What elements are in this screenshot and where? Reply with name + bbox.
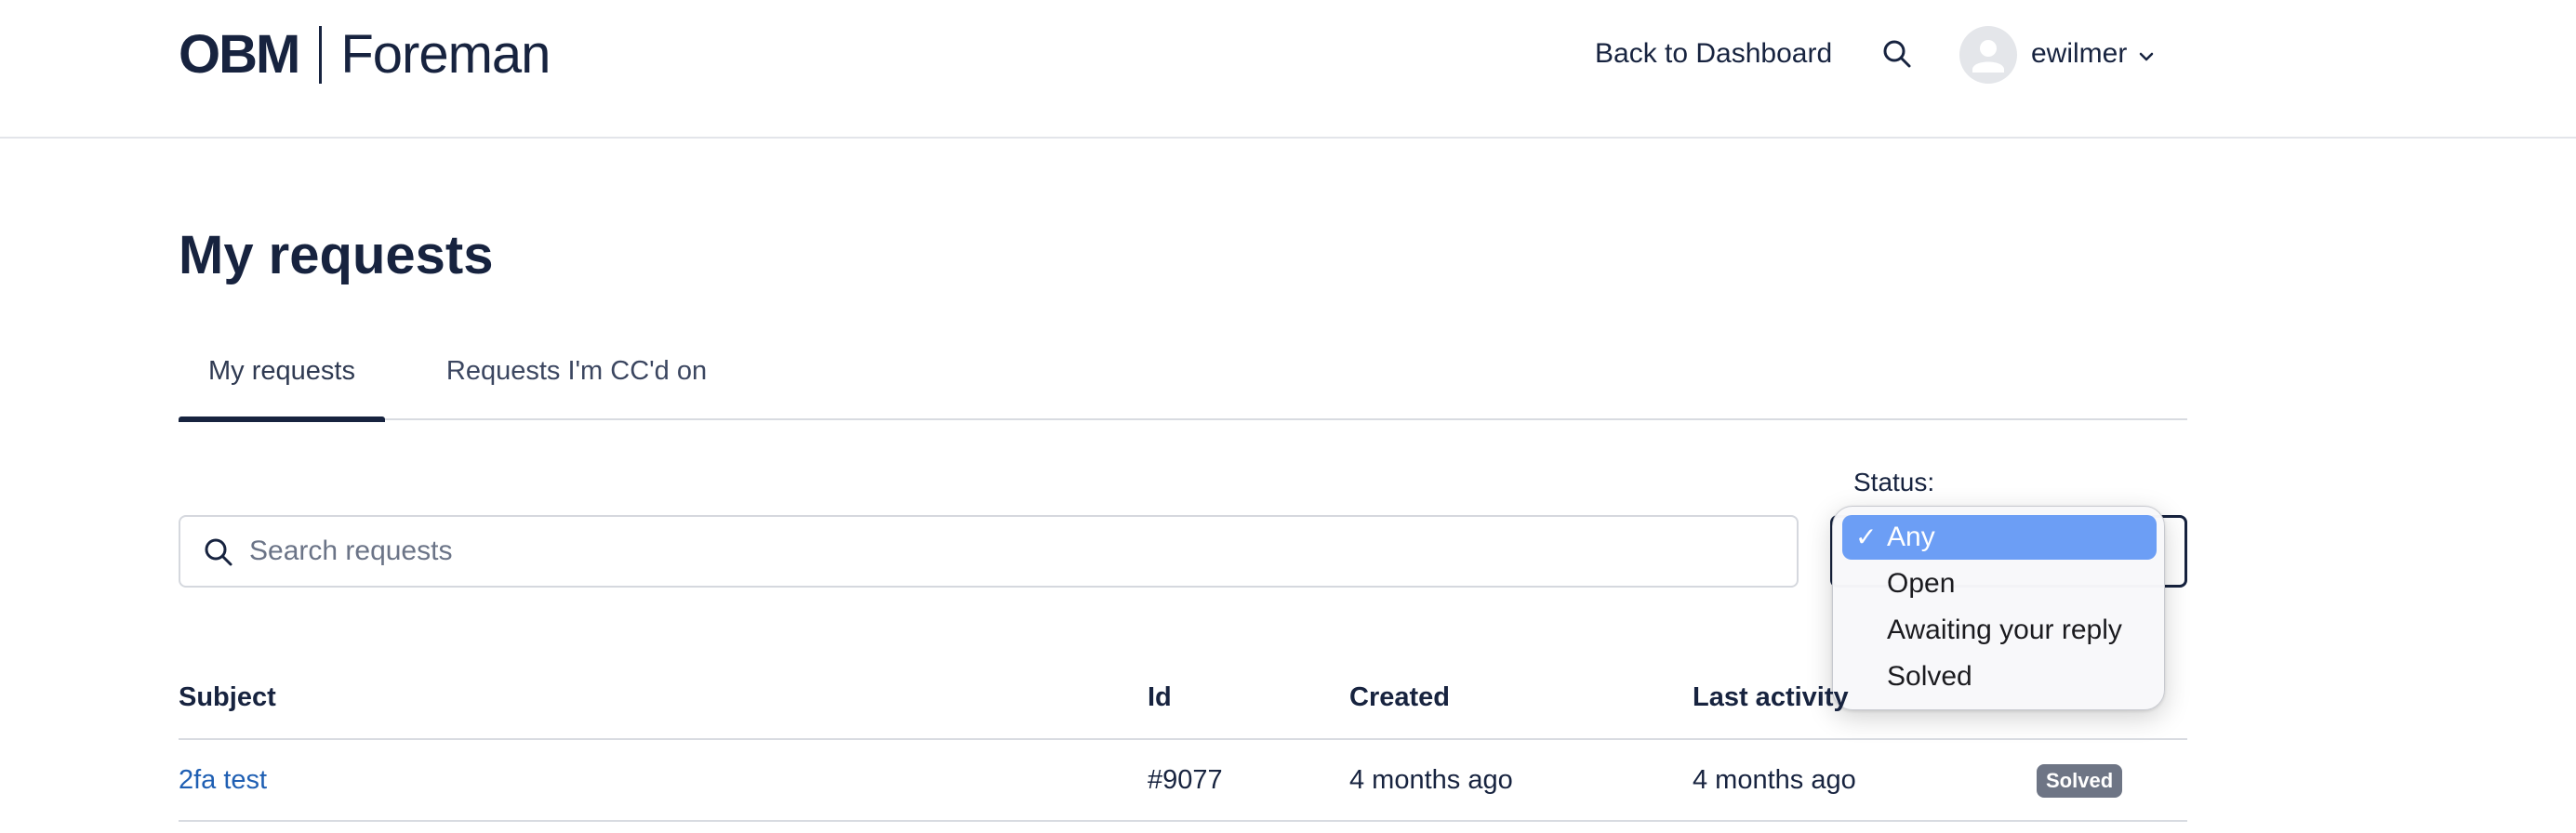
status-option-label: Solved xyxy=(1887,661,1972,692)
search-icon xyxy=(203,536,234,568)
site-header: OBM Foreman Back to Dashboard ewilmer xyxy=(0,0,2576,139)
status-option-label: Open xyxy=(1887,568,1956,599)
tab-requests-cc[interactable]: Requests I'm CC'd on xyxy=(437,344,716,420)
logo-foreman-text: Foreman xyxy=(340,24,551,85)
column-header-subject[interactable]: Subject xyxy=(179,681,276,714)
request-created: 4 months ago xyxy=(1349,765,1513,795)
status-option-awaiting-reply[interactable]: Awaiting your reply xyxy=(1842,608,2157,653)
logo-obm-text: OBM xyxy=(179,24,300,85)
status-option-label: Awaiting your reply xyxy=(1887,615,2122,645)
status-option-open[interactable]: Open xyxy=(1842,562,2157,606)
search-requests-box[interactable] xyxy=(179,515,1799,588)
column-header-last-activity[interactable]: Last activity xyxy=(1693,681,1849,714)
tab-my-requests[interactable]: My requests xyxy=(179,344,385,422)
status-option-solved[interactable]: Solved xyxy=(1842,654,2157,699)
status-option-any[interactable]: ✓ Any xyxy=(1842,515,2157,560)
request-subject-link[interactable]: 2fa test xyxy=(179,763,267,797)
search-input[interactable] xyxy=(249,517,1774,586)
username-label: ewilmer xyxy=(2031,38,2128,69)
logo-divider xyxy=(319,26,323,84)
chevron-down-icon xyxy=(2138,37,2155,71)
brand-logo[interactable]: OBM Foreman xyxy=(179,24,551,86)
table-divider xyxy=(179,820,2187,822)
status-label: Status: xyxy=(1853,468,1935,496)
user-avatar-icon[interactable] xyxy=(1959,26,2017,84)
status-dropdown-menu: ✓ Any Open Awaiting your reply Solved xyxy=(1832,506,2165,710)
page-title: My requests xyxy=(179,225,494,285)
table-divider xyxy=(179,738,2187,740)
checkmark-icon: ✓ xyxy=(1855,522,1878,551)
user-menu-button[interactable]: ewilmer xyxy=(2031,37,2155,71)
status-option-label: Any xyxy=(1887,522,1935,552)
request-last-activity: 4 months ago xyxy=(1693,765,1856,795)
status-badge: Solved xyxy=(2037,764,2123,798)
request-id: #9077 xyxy=(1148,765,1223,795)
back-to-dashboard-link[interactable]: Back to Dashboard xyxy=(1595,37,1832,71)
column-header-created[interactable]: Created xyxy=(1349,681,1450,714)
search-icon[interactable] xyxy=(1880,37,1914,71)
request-tabs: My requests Requests I'm CC'd on xyxy=(179,344,2187,422)
column-header-id[interactable]: Id xyxy=(1148,681,1172,714)
